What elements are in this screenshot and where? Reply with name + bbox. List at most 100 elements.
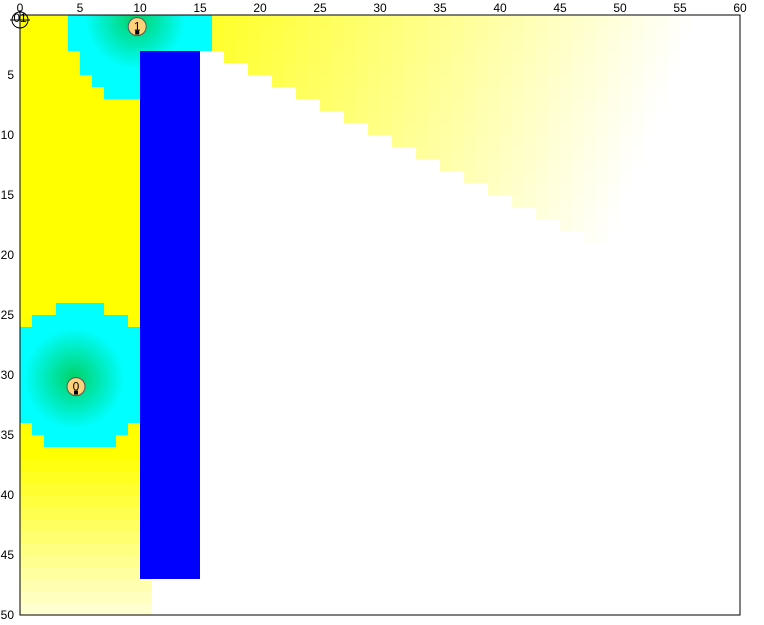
signal-cell-wedge [632,27,645,39]
signal-cell-wedge [512,195,525,207]
signal-cell-wedge [260,15,273,27]
signal-cell-wedge [572,51,585,63]
signal-cell-left [20,483,140,495]
signal-cell-wedge [512,135,525,147]
signal-cell-wedge [296,87,309,99]
signal-cell-wedge [548,207,561,219]
y-tick-label: 10 [1,128,15,142]
signal-cell-wedge [692,111,705,123]
signal-map-canvas[interactable]: 0 5 10 15 20 25 30 35 40 45 50 55 60 5 10 15 20 25 30 35 40… [0,0,764,625]
x-tick-label: 45 [553,1,567,15]
signal-cell-wedge [632,99,645,111]
signal-cell-wedge [692,135,705,147]
signal-cell-wedge [632,219,645,231]
signal-cell-wedge [608,219,621,231]
signal-cell-wedge [632,87,645,99]
signal-cell-wedge [680,147,693,159]
signal-cell-wedge [692,99,705,111]
signal-cell-wedge [416,63,429,75]
signal-cell-wedge [728,243,740,255]
signal-cell-wedge [728,15,740,27]
signal-cell-wedge [656,39,669,51]
signal-cell-left [20,243,140,255]
x-tick-label: 15 [193,1,207,15]
signal-cell-wedge [260,39,273,51]
signal-cell-wedge [632,15,645,27]
signal-cell-wedge [668,243,681,255]
signal-cell-wedge [500,39,513,51]
signal-cell-wedge [656,183,669,195]
signal-cell-wedge [620,39,633,51]
signal-cell-wedge [716,63,729,75]
signal-cell-wedge [620,171,633,183]
signal-cell-wedge [524,99,537,111]
coverage-zone-robot-0 [20,303,140,447]
signal-cell-wedge [500,75,513,87]
signal-cell-wedge [524,27,537,39]
signal-cell-wedge [416,111,429,123]
signal-cell-wedge [332,75,345,87]
signal-cell-wedge [368,39,381,51]
signal-cell-wedge [536,75,549,87]
signal-cell-wedge [560,135,573,147]
signal-cell-wedge [548,183,561,195]
signal-cell-wedge [728,63,740,75]
signal-cell-wedge [560,171,573,183]
signal-cell-wedge [560,195,573,207]
signal-cell-wedge [692,231,705,243]
signal-cell-wedge [692,159,705,171]
signal-cell-wedge [584,219,597,231]
signal-cell-wedge [644,27,657,39]
signal-cell-left [20,231,140,243]
signal-cell-wedge [476,171,489,183]
signal-cell-wedge [632,75,645,87]
signal-cell-left [20,219,140,231]
signal-cell-wedge [680,231,693,243]
map-view[interactable]: 0 5 10 15 20 25 30 35 40 45 50 55 60 5 10 15 20 25 30 35 40… [0,0,764,625]
signal-cell-wedge [236,27,249,39]
signal-cell-wedge [572,75,585,87]
robot-marker-1[interactable]: 1 [127,17,147,37]
signal-cell-wedge [680,135,693,147]
signal-cell-left [20,507,140,519]
signal-cell-wedge [728,99,740,111]
signal-cell-wedge [428,63,441,75]
signal-cell-wedge [380,15,393,27]
signal-cell-wedge [716,51,729,63]
signal-cell-wedge [620,27,633,39]
signal-cell-wedge [704,231,717,243]
robot-marker-0[interactable]: 0 [66,377,86,397]
signal-cell-wedge [704,279,717,291]
signal-cell-wedge [260,63,273,75]
signal-cell-wedge [308,87,321,99]
signal-cell-wedge [572,207,585,219]
y-tick-label: 25 [1,308,15,322]
signal-cell-wedge [512,15,525,27]
signal-cell-wedge [320,87,333,99]
signal-cell-wedge [392,135,405,147]
signal-cell-wedge [548,195,561,207]
signal-cell-wedge [428,111,441,123]
coverage-zone-robot-0-ring [32,315,128,327]
signal-cell-wedge [560,51,573,63]
signal-cell-wedge [608,183,621,195]
signal-cell-wedge [392,123,405,135]
signal-cell-wedge [704,147,717,159]
signal-cell-wedge [692,207,705,219]
signal-cell-wedge [656,15,669,27]
signal-cell-wedge [656,255,669,267]
signal-cell-wedge [680,195,693,207]
signal-cell-wedge [728,231,740,243]
signal-cell-wedge [644,219,657,231]
coverage-zone-robot-0-ring [56,303,104,315]
signal-cell-wedge [716,231,729,243]
signal-cell-wedge [440,135,453,147]
signal-cell-wedge [596,111,609,123]
signal-cell-wedge [440,51,453,63]
signal-cell-wedge [692,147,705,159]
signal-cell-wedge [428,27,441,39]
signal-cell-wedge [584,15,597,27]
signal-cell-wedge [356,87,369,99]
signal-cell-wedge [452,99,465,111]
signal-cell-wedge [620,159,633,171]
